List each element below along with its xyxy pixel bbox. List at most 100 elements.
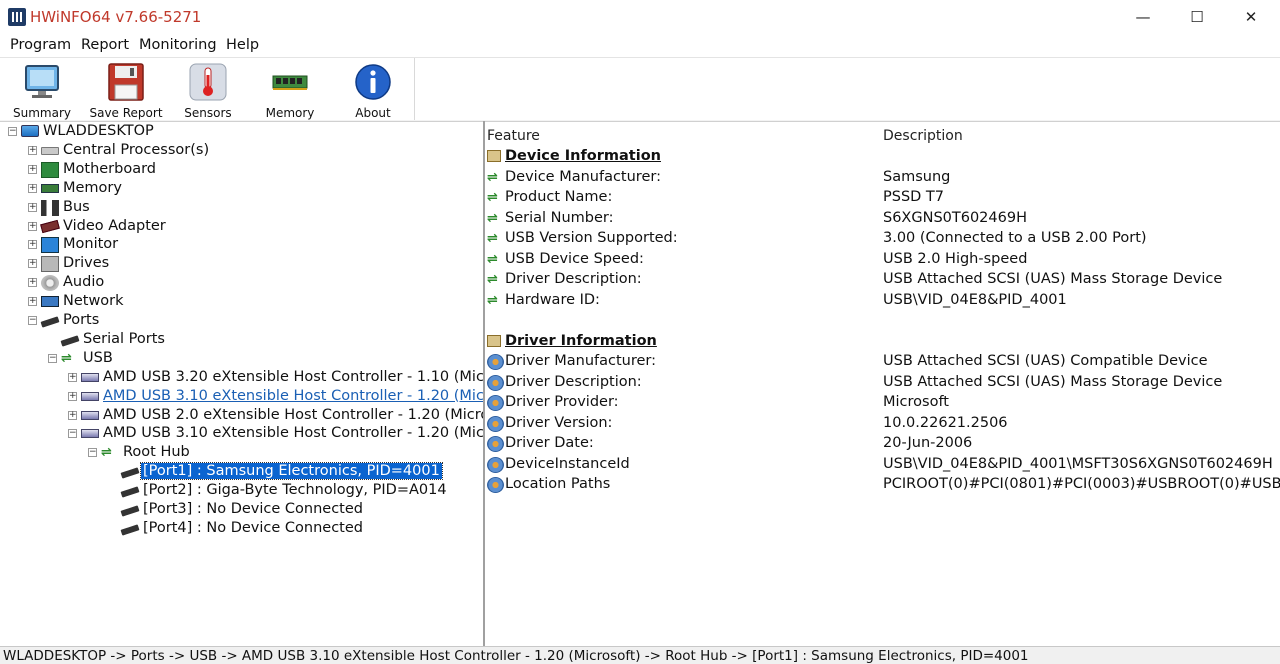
tree-item[interactable]: [Port4] : No Device Connected (108, 520, 480, 539)
menu-report[interactable]: Report (81, 37, 129, 53)
tree-item-label[interactable]: Memory (61, 180, 124, 196)
details-panel[interactable]: Feature Description Device Information ⇌ D… (485, 121, 1280, 646)
detail-row[interactable]: DeviceInstanceId USB\VID_04E8&PID_4001\MS… (485, 455, 1280, 475)
tree-item-label[interactable]: [Port4] : No Device Connected (141, 520, 365, 536)
detail-row[interactable]: Driver Date: 20-Jun-2006 (485, 434, 1280, 454)
section-header-row[interactable]: Driver Information (485, 332, 1280, 352)
tree-item-label[interactable]: [Port2] : Giga-Byte Technology, PID=A014 (141, 482, 449, 498)
tree-item-label[interactable]: Bus (61, 199, 92, 215)
tree-item[interactable]: − WLADDESKTOP (8, 123, 480, 142)
menu-help[interactable]: Help (226, 37, 259, 53)
menu-program[interactable]: Program (10, 37, 71, 53)
expand-icon[interactable]: + (28, 278, 37, 288)
tree-item-label[interactable]: Serial Ports (81, 331, 167, 347)
collapse-icon[interactable]: − (68, 429, 77, 439)
info-icon (355, 64, 391, 100)
tree-item-label[interactable]: Monitor (61, 236, 120, 252)
tree-item-label[interactable]: Audio (61, 274, 106, 290)
detail-row[interactable]: Driver Description: USB Attached SCSI (UA… (485, 373, 1280, 393)
tree-item[interactable]: [Port1] : Samsung Electronics, PID=4001 (108, 462, 480, 482)
expand-icon[interactable]: + (68, 410, 77, 420)
tree-item[interactable]: Serial Ports (48, 331, 480, 350)
detail-row[interactable]: Driver Provider: Microsoft (485, 393, 1280, 413)
feature-column-header[interactable]: Feature (487, 128, 540, 144)
expand-icon[interactable]: + (28, 202, 37, 212)
collapse-icon[interactable]: − (8, 127, 17, 136)
tree-item[interactable]: + Motherboard (28, 161, 480, 180)
tree-item-label[interactable]: USB (81, 350, 115, 366)
tree-item[interactable]: [Port2] : Giga-Byte Technology, PID=A014 (108, 482, 480, 501)
collapse-icon[interactable]: − (48, 353, 57, 363)
tree-item-label[interactable]: Video Adapter (61, 218, 168, 234)
tree-item-label[interactable]: Motherboard (61, 161, 158, 177)
tree-item-label[interactable]: Central Processor(s) (61, 142, 211, 158)
detail-row[interactable]: Driver Version: 10.0.22621.2506 (485, 414, 1280, 434)
expand-icon[interactable]: + (28, 145, 37, 155)
detail-row[interactable] (485, 311, 1280, 331)
description-column-header[interactable]: Description (883, 128, 963, 144)
tree-item[interactable]: + Memory (28, 180, 480, 199)
expand-icon[interactable]: + (68, 372, 77, 382)
collapse-icon[interactable]: − (88, 448, 97, 458)
tree-item[interactable]: + Central Processor(s) (28, 142, 480, 161)
tree-item-label[interactable]: AMD USB 3.10 eXtensible Host Controller … (101, 425, 483, 441)
tree-item[interactable]: + Bus (28, 199, 480, 218)
title-bar[interactable]: HWiNFO64 v7.66-5271 — ☐ ✕ (0, 0, 1280, 34)
memory-button[interactable]: Memory (250, 62, 330, 120)
detail-row[interactable]: ⇌ Driver Description: USB Attached SCSI (U… (485, 270, 1280, 290)
tree-item[interactable]: − AMD USB 3.10 eXtensible Host Controller… (68, 425, 483, 444)
tree-item[interactable]: + Audio (28, 274, 480, 293)
collapse-icon[interactable]: − (28, 316, 37, 325)
expand-icon[interactable]: + (28, 297, 37, 307)
detail-row[interactable]: ⇌ Product Name: PSSD T7 (485, 188, 1280, 208)
tree-item[interactable]: + Drives (28, 255, 480, 274)
detail-row[interactable]: ⇌ Hardware ID: USB\VID_04E8&PID_4001 (485, 291, 1280, 311)
motherboard-icon (41, 161, 59, 178)
detail-row[interactable]: ⇌ Serial Number: S6XGNS0T602469H (485, 209, 1280, 229)
summary-button[interactable]: Summary (2, 62, 82, 120)
save-report-button[interactable]: Save Report (86, 62, 166, 120)
tree-item-label[interactable]: AMD USB 3.20 eXtensible Host Controller … (101, 369, 483, 385)
expand-icon[interactable]: + (28, 259, 37, 269)
tree-item-label[interactable]: Network (61, 293, 126, 309)
expand-icon[interactable]: + (28, 221, 37, 231)
tree-item-label[interactable]: AMD USB 3.10 eXtensible Host Controller … (101, 388, 483, 404)
tree-item[interactable]: [Port3] : No Device Connected (108, 501, 480, 520)
detail-row[interactable]: ⇌ Device Manufacturer: Samsung (485, 168, 1280, 188)
tree-item[interactable]: − ⇌ USB (48, 350, 480, 369)
expand-icon[interactable]: + (28, 183, 37, 193)
tree-item-label[interactable]: Root Hub (121, 444, 192, 460)
device-tree[interactable]: − WLADDESKTOP + Central Processor(s) + Mother… (0, 121, 483, 646)
tree-item[interactable]: + AMD USB 3.10 eXtensible Host Controller… (68, 388, 483, 407)
tree-item[interactable]: + Monitor (28, 236, 480, 255)
tree-item[interactable]: + AMD USB 3.20 eXtensible Host Controller… (68, 369, 483, 388)
minimize-button[interactable]: — (1116, 0, 1170, 34)
detail-row[interactable]: Location Paths PCIROOT(0)#PCI(0801)#PCI(0… (485, 475, 1280, 495)
expand-icon[interactable]: + (68, 391, 77, 401)
tree-item-label[interactable]: AMD USB 2.0 eXtensible Host Controller -… (101, 407, 483, 423)
feature-name: Device Information (505, 148, 661, 164)
tree-item-label[interactable]: [Port1] : Samsung Electronics, PID=4001 (140, 462, 443, 481)
tree-item[interactable]: + AMD USB 2.0 eXtensible Host Controller … (68, 407, 483, 426)
tree-item[interactable]: − Ports (28, 312, 480, 331)
section-header-row[interactable]: Device Information (485, 147, 1280, 167)
sensors-button[interactable]: Sensors (168, 62, 248, 120)
menu-monitoring[interactable]: Monitoring (139, 37, 217, 53)
about-button[interactable]: About (333, 62, 413, 120)
expand-icon[interactable]: + (28, 164, 37, 174)
tree-item-label[interactable]: Drives (61, 255, 111, 271)
detail-row[interactable]: ⇌ USB Device Speed: USB 2.0 High-speed (485, 250, 1280, 270)
tree-item[interactable]: − ⇌ Root Hub (88, 444, 480, 463)
tree-item-label[interactable]: WLADDESKTOP (41, 123, 156, 139)
expand-icon[interactable]: + (28, 240, 37, 250)
tree-item-label[interactable]: Ports (61, 312, 101, 328)
close-button[interactable]: ✕ (1224, 0, 1278, 34)
tree-item-label[interactable]: [Port3] : No Device Connected (141, 501, 365, 517)
usb-icon: ⇌ (487, 190, 498, 205)
tree-item[interactable]: + Network (28, 293, 480, 312)
detail-row[interactable]: ⇌ USB Version Supported: 3.00 (Connected t… (485, 229, 1280, 249)
maximize-button[interactable]: ☐ (1170, 0, 1224, 34)
computer-icon (25, 65, 59, 98)
tree-item[interactable]: + Video Adapter (28, 218, 480, 237)
detail-row[interactable]: Driver Manufacturer: USB Attached SCSI (U… (485, 352, 1280, 372)
